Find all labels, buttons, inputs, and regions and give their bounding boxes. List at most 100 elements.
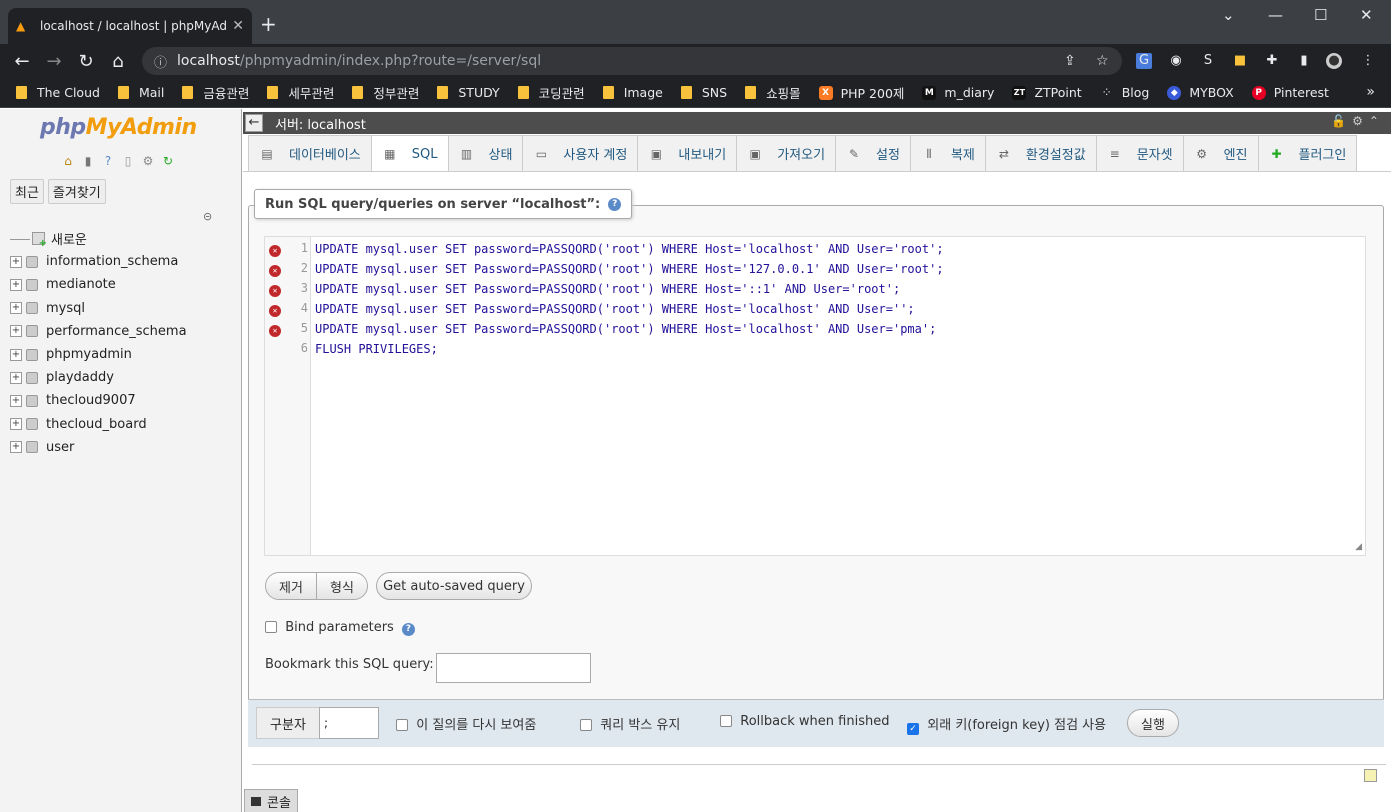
- address-bar[interactable]: ⓘ localhost/phpmyadmin/index.php?route=/…: [142, 47, 1122, 75]
- tab-sql[interactable]: ▦ SQL: [370, 135, 449, 172]
- bookmark-item[interactable]: ⁘ Blog: [1100, 85, 1149, 100]
- console-toggle[interactable]: 콘솔: [244, 789, 298, 812]
- bookmark-input[interactable]: [436, 653, 591, 683]
- go-button[interactable]: 실행: [1127, 709, 1179, 737]
- show-query-checkbox[interactable]: [396, 719, 408, 731]
- bookmark-item[interactable]: The Cloud: [16, 85, 100, 100]
- bookmark-item[interactable]: 정부관련: [352, 83, 419, 102]
- error-marker-icon[interactable]: ✕: [269, 285, 281, 297]
- tab-import[interactable]: ▣ 가져오기: [736, 135, 837, 171]
- reload-nav-icon[interactable]: ↻: [160, 153, 176, 169]
- tab-export[interactable]: ▣ 내보내기: [637, 135, 738, 171]
- code-line[interactable]: UPDATE mysql.user SET Password=PASSQORD(…: [315, 299, 915, 319]
- bookmark-item[interactable]: Mail: [117, 85, 164, 100]
- tree-item-database[interactable]: + mysql: [10, 297, 187, 320]
- collapse-nav-icon[interactable]: ←: [245, 114, 263, 132]
- expand-icon[interactable]: +: [10, 418, 22, 431]
- bookmark-item[interactable]: 코딩관련: [517, 83, 585, 102]
- bookmark-item[interactable]: 세무관련: [267, 83, 334, 102]
- tree-item-database[interactable]: + information_schema: [10, 250, 187, 273]
- tree-item-database[interactable]: + performance_schema: [10, 320, 187, 343]
- recent-button[interactable]: 최근: [10, 179, 44, 204]
- reload-icon[interactable]: ↻: [70, 51, 102, 72]
- bookmark-star-icon[interactable]: ☆: [1096, 53, 1109, 69]
- camera-ext-icon[interactable]: ◉: [1168, 53, 1184, 69]
- expand-icon[interactable]: +: [10, 371, 22, 384]
- forward-icon[interactable]: →: [38, 51, 70, 72]
- minimize-icon[interactable]: —: [1268, 6, 1283, 24]
- bookmark-item[interactable]: Image: [602, 85, 663, 100]
- code-line[interactable]: UPDATE mysql.user SET Password=PASSQORD(…: [315, 319, 936, 339]
- format-button[interactable]: 형식: [316, 572, 368, 600]
- tree-item-database[interactable]: + user: [10, 436, 187, 459]
- settings-icon[interactable]: ⚙: [140, 153, 156, 169]
- phpmyadmin-logo[interactable]: phpMyAdmin: [40, 115, 197, 140]
- tree-item-database[interactable]: + playdaddy: [10, 366, 187, 389]
- bookmark-item[interactable]: Mm_diary: [922, 85, 994, 100]
- bookmark-item[interactable]: ZT ZTPoint: [1012, 85, 1082, 100]
- home-icon[interactable]: ⌂: [102, 51, 134, 72]
- foreign-key-checkbox[interactable]: ✓: [907, 723, 919, 735]
- close-tab-icon[interactable]: ✕: [232, 18, 244, 34]
- maximize-icon[interactable]: ☐: [1314, 6, 1327, 24]
- resize-handle-icon[interactable]: ◢: [1355, 542, 1362, 552]
- clear-button[interactable]: 제거: [265, 572, 317, 600]
- new-tab-icon[interactable]: +: [260, 12, 277, 36]
- rollback-checkbox[interactable]: [720, 715, 732, 727]
- bookmark-item[interactable]: X PHP 200제: [818, 83, 904, 102]
- tree-item-new[interactable]: 새로운: [10, 227, 187, 250]
- code-line[interactable]: FLUSH PRIVILEGES;: [315, 339, 438, 359]
- site-info-icon[interactable]: ⓘ: [154, 52, 167, 71]
- expand-icon[interactable]: +: [10, 348, 22, 361]
- tab-plugins[interactable]: ✚ 플러그인: [1257, 135, 1358, 171]
- tab-user-accounts[interactable]: ▭ 사용자 계정: [522, 135, 639, 171]
- favorites-button[interactable]: 즐겨찾기: [47, 179, 106, 204]
- logout-icon[interactable]: ▮: [80, 153, 96, 169]
- help-icon[interactable]: ?: [401, 623, 415, 636]
- expand-icon[interactable]: +: [10, 441, 22, 454]
- tab-variables[interactable]: ⇄ 환경설정값: [984, 135, 1097, 171]
- profile-avatar[interactable]: ●: [1326, 53, 1342, 69]
- rollback-option[interactable]: Rollback when finished: [720, 714, 889, 729]
- docs-icon[interactable]: ▯: [120, 153, 136, 169]
- menu-icon[interactable]: ⋮: [1360, 53, 1376, 69]
- bind-parameters-option[interactable]: Bind parameters?: [265, 620, 415, 636]
- translate-ext-icon[interactable]: G: [1136, 53, 1152, 69]
- expand-icon[interactable]: +: [10, 302, 22, 315]
- tab-status[interactable]: ▥ 상태: [447, 135, 524, 171]
- side-panel-icon[interactable]: ▮: [1296, 53, 1312, 69]
- expand-icon[interactable]: +: [10, 325, 22, 338]
- back-icon[interactable]: ←: [6, 51, 38, 72]
- sql-editor[interactable]: ✕ 1 ✕ 2 ✕ 3 ✕ 4 ✕ 5 6 UPDATE mysql.user SET p…: [264, 236, 1366, 556]
- tab-search-icon[interactable]: ⌄: [1222, 6, 1235, 24]
- error-marker-icon[interactable]: ✕: [269, 245, 281, 257]
- tree-item-database[interactable]: + thecloud9007: [10, 389, 187, 412]
- expand-icon[interactable]: +: [10, 255, 22, 268]
- folder-ext-icon[interactable]: ■: [1232, 53, 1248, 69]
- tab-settings[interactable]: ✎ 설정: [835, 135, 911, 171]
- link-with-main-icon[interactable]: ⊝: [203, 210, 212, 223]
- tab-databases[interactable]: ▤ 데이터베이스: [248, 135, 372, 171]
- bookmark-item[interactable]: 금융관련: [182, 83, 249, 102]
- tree-item-database[interactable]: + thecloud_board: [10, 413, 187, 436]
- share-icon[interactable]: ⇪: [1064, 53, 1076, 69]
- browser-tab[interactable]: ▲ localhost / localhost | phpMyAd ✕: [8, 8, 252, 44]
- window-controls-icon[interactable]: 🔓⚙⌃: [1331, 114, 1385, 128]
- more-bookmarks-icon[interactable]: »: [1366, 84, 1375, 100]
- tree-item-database[interactable]: + phpmyadmin: [10, 343, 187, 366]
- code-line[interactable]: UPDATE mysql.user SET Password=PASSQORD(…: [315, 279, 900, 299]
- bind-parameters-checkbox[interactable]: [265, 621, 277, 633]
- home-icon[interactable]: ⌂: [60, 153, 76, 169]
- tab-charsets[interactable]: ≡ 문자셋: [1095, 135, 1184, 171]
- code-line[interactable]: UPDATE mysql.user SET Password=PASSQORD(…: [315, 259, 944, 279]
- close-window-icon[interactable]: ✕: [1360, 6, 1373, 24]
- tree-item-database[interactable]: + medianote: [10, 273, 187, 296]
- error-marker-icon[interactable]: ✕: [269, 265, 281, 277]
- retain-query-box-option[interactable]: 쿼리 박스 유지: [580, 714, 680, 733]
- s-ext-icon[interactable]: S: [1200, 53, 1216, 69]
- expand-icon[interactable]: +: [10, 394, 22, 407]
- show-query-again-option[interactable]: 이 질의를 다시 보여줌: [396, 714, 536, 733]
- retain-query-checkbox[interactable]: [580, 719, 592, 731]
- tab-engines[interactable]: ⚙ 엔진: [1182, 135, 1259, 171]
- extensions-icon[interactable]: ✚: [1264, 53, 1280, 69]
